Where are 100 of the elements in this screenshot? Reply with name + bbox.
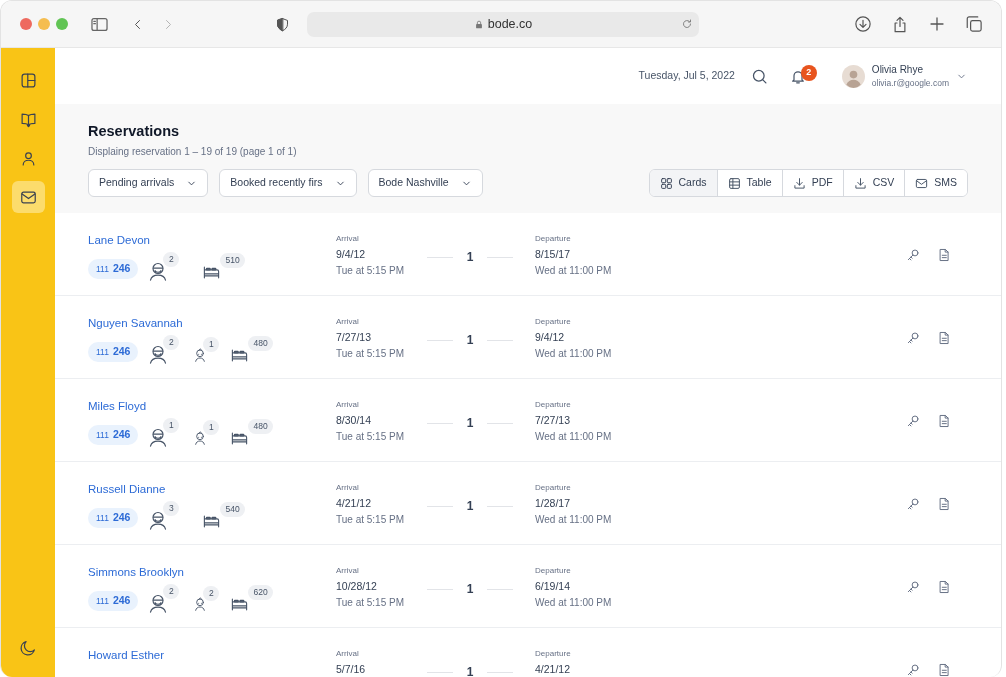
search-icon[interactable] (750, 67, 768, 85)
avatar-icon[interactable] (841, 64, 865, 88)
dashboard-icon (19, 71, 37, 89)
adult-count: 3 (163, 501, 180, 516)
room-number: 246 (112, 344, 131, 360)
notification-count: 2 (800, 64, 817, 81)
bed-count: 480 (248, 335, 273, 351)
table-icon (727, 176, 741, 190)
date-text: 5/7/16 (336, 663, 367, 676)
date-label: Arrival (336, 400, 360, 410)
document-icon[interactable] (937, 663, 951, 677)
adult-count: 2 (163, 335, 180, 350)
adult-count: 2 (163, 584, 180, 599)
date-text: 1/28/17 (535, 497, 572, 510)
reservation-row[interactable]: Howard Esther Arrival 5/7/16 1 Departure 4/21/12 (55, 628, 1001, 677)
sms-button[interactable]: SMS (904, 170, 967, 196)
cards-view-button[interactable]: Cards (649, 170, 717, 196)
adult-icon (148, 593, 169, 613)
date-text: 7/27/13 (336, 331, 373, 344)
download-icon (853, 176, 867, 190)
mail-icon (915, 176, 929, 190)
filter-dropdown[interactable]: Booked recently firs (219, 169, 357, 197)
key-icon[interactable] (906, 580, 920, 594)
date-label: Departure (535, 649, 572, 659)
nights-count: 1 (465, 581, 475, 597)
room-prefix: 111 (96, 345, 109, 359)
guest-name-link[interactable]: Nguyen Savannah (88, 316, 183, 330)
date-text: 9/4/12 (535, 331, 566, 344)
filter-dropdown[interactable]: Pending arrivals (88, 169, 209, 197)
close-window-button[interactable] (20, 18, 32, 30)
date-text: 9/4/12 (336, 248, 367, 261)
user-email: olivia.r@google.com (871, 77, 949, 89)
address-bar[interactable]: bode.co (307, 11, 699, 37)
adult-count: 1 (163, 418, 180, 433)
room-prefix: 111 (96, 428, 109, 442)
date-label: Arrival (336, 649, 360, 659)
download-icon (792, 176, 806, 190)
date-text: 4/21/12 (336, 497, 373, 510)
share-icon[interactable] (891, 14, 909, 34)
adult-icon (148, 510, 169, 530)
date-text: Tuesday, Jul 5, 2022 (638, 68, 735, 84)
bed-count: 480 (248, 418, 273, 434)
time-text: Tue at 5:15 PM (336, 596, 405, 609)
reservation-row[interactable]: Miles Floyd 111 246 1 1 480 Arrival 8/30/14 Tue at 5:15 PM 1 Departure 7/27/13 Wed at 11:00 PM (55, 379, 1001, 462)
key-icon[interactable] (906, 497, 920, 511)
date-text: 6/19/14 (535, 580, 572, 593)
new-tab-icon[interactable] (928, 15, 946, 33)
nights-count: 1 (465, 415, 475, 431)
date-label: Departure (535, 483, 572, 493)
room-number: 246 (112, 261, 131, 277)
shield-icon[interactable] (275, 15, 290, 33)
date-label: Arrival (336, 234, 360, 244)
reservation-row[interactable]: Nguyen Savannah 111 246 2 1 480 Arrival 7/27/13 Tue at 5:15 PM 1 Departure 9/4/12 Wed at 11:00 PM (55, 296, 1001, 379)
grid-icon (659, 176, 673, 190)
room-number: 246 (112, 593, 131, 609)
time-text: Wed at 11:00 PM (535, 596, 613, 609)
reservation-row[interactable]: Simmons Brooklyn 111 246 2 2 620 Arrival 10/28/12 Tue at 5:15 PM 1 Departure 6/19/14 Wed at 11:00 PM (55, 545, 1001, 628)
nights-count: 1 (465, 332, 475, 348)
reservation-row[interactable]: Lane Devon 111 246 2 510 Arrival 9/4/12 Tue at 5:15 PM 1 Departure 8/15/17 Wed at 11:00 PM (55, 213, 1001, 296)
bed-count: 510 (220, 252, 245, 268)
tabs-overview-icon[interactable] (965, 15, 983, 33)
key-icon[interactable] (906, 414, 920, 428)
adult-count: 2 (163, 252, 180, 267)
date-label: Departure (535, 234, 572, 244)
key-icon[interactable] (906, 248, 920, 262)
reservation-row[interactable]: Russell Dianne 111 246 3 540 Arrival 4/21/12 Tue at 5:15 PM 1 Departure 1/28/17 Wed at 11:00 PM (55, 462, 1001, 545)
time-text: Tue at 5:15 PM (336, 513, 405, 526)
date-text: 8/15/17 (535, 248, 572, 261)
url-text: bode.co (487, 15, 533, 33)
adult-icon (148, 344, 169, 364)
date-label: Departure (535, 400, 572, 410)
document-icon[interactable] (937, 414, 951, 428)
guest-name-link[interactable]: Lane Devon (88, 233, 151, 247)
time-text: Tue at 5:15 PM (336, 264, 405, 277)
child-count: 1 (203, 337, 220, 352)
adult-icon (148, 261, 169, 281)
guest-name-link[interactable]: Miles Floyd (88, 399, 147, 413)
document-icon[interactable] (937, 580, 951, 594)
sidebar-item[interactable] (11, 181, 45, 213)
download-icon[interactable] (854, 15, 872, 33)
guest-name-link[interactable]: Russell Dianne (88, 482, 166, 496)
guest-name-link[interactable]: Howard Esther (88, 648, 165, 662)
guest-name-link[interactable]: Simmons Brooklyn (88, 565, 184, 579)
reload-icon[interactable] (681, 18, 693, 30)
document-icon[interactable] (937, 331, 951, 345)
time-text: Wed at 11:00 PM (535, 430, 613, 443)
key-icon[interactable] (906, 331, 920, 345)
date-label: Arrival (336, 483, 360, 493)
moon-icon[interactable] (19, 639, 37, 657)
child-count: 2 (203, 586, 220, 601)
key-icon[interactable] (906, 663, 920, 677)
document-icon[interactable] (937, 248, 951, 262)
room-prefix: 111 (96, 262, 109, 276)
room-number: 246 (112, 427, 131, 443)
child-count: 1 (203, 420, 220, 435)
document-icon[interactable] (937, 497, 951, 511)
date-label: Departure (535, 566, 572, 576)
filter-dropdown[interactable]: Bode Nashville (367, 169, 483, 197)
time-text: Wed at 11:00 PM (535, 347, 613, 360)
date-text: 8/30/14 (336, 414, 373, 427)
